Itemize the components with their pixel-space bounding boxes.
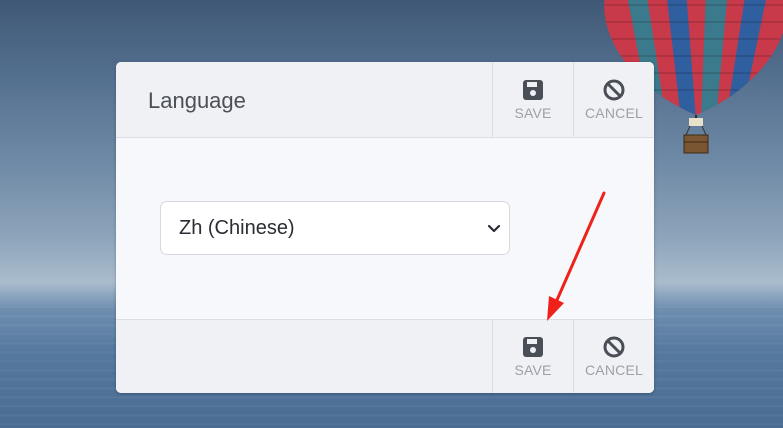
header-cancel-label: CANCEL — [585, 104, 643, 121]
header-save-button[interactable]: SAVE — [492, 62, 573, 137]
dialog-body: Zh (Chinese) — [116, 138, 654, 319]
footer-save-label: SAVE — [514, 362, 552, 378]
dialog-header: Language SAVE CANCEL — [116, 62, 654, 138]
footer-cancel-label: CANCEL — [585, 362, 643, 378]
ban-icon — [603, 336, 625, 358]
chevron-down-icon — [487, 224, 501, 233]
ban-icon — [603, 79, 625, 100]
footer-spacer — [116, 320, 492, 393]
language-select-value: Zh (Chinese) — [179, 216, 295, 239]
dialog-footer: SAVE CANCEL — [116, 319, 654, 393]
language-select[interactable]: Zh (Chinese) — [160, 201, 510, 255]
floppy-disk-icon — [523, 79, 543, 100]
header-cancel-button[interactable]: CANCEL — [573, 62, 654, 137]
footer-save-button[interactable]: SAVE — [492, 320, 573, 393]
language-dialog: Language SAVE CANCEL Zh (Chinese) SAVE C… — [116, 62, 654, 393]
footer-cancel-button[interactable]: CANCEL — [573, 320, 654, 393]
floppy-disk-icon — [523, 337, 543, 357]
header-save-label: SAVE — [514, 104, 552, 121]
dialog-title: Language — [148, 88, 246, 113]
